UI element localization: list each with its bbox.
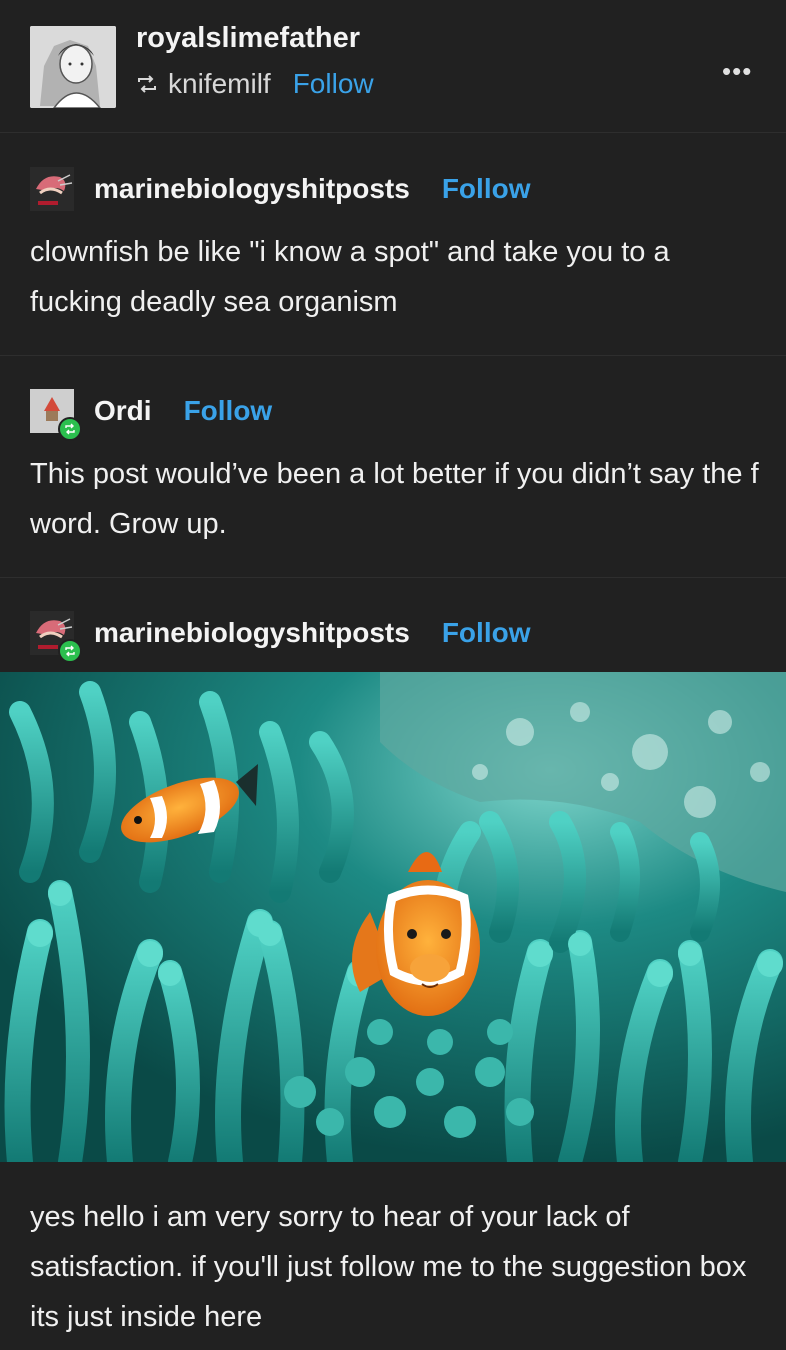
user-avatar[interactable]	[30, 389, 82, 441]
poster-username[interactable]: royalslimefather	[136, 22, 360, 55]
follow-button[interactable]: Follow	[442, 173, 531, 205]
follow-button[interactable]: Follow	[293, 68, 374, 100]
post-reply-header-row: marinebiologyshitposts Follow	[0, 577, 786, 672]
user-avatar[interactable]	[30, 167, 74, 211]
reblog-badge-icon	[58, 417, 82, 441]
post-header: Ordi Follow	[30, 389, 273, 441]
username[interactable]: marinebiologyshitposts	[94, 173, 410, 205]
poster-avatar[interactable]	[30, 26, 116, 108]
reblog-badge-icon	[58, 639, 82, 663]
post-original: marinebiologyshitposts Follow clownfish …	[0, 133, 786, 356]
post-header: marinebiologyshitposts Follow	[30, 167, 530, 211]
follow-button[interactable]: Follow	[442, 617, 531, 649]
follow-button[interactable]: Follow	[184, 395, 273, 427]
reblog-icon	[138, 75, 156, 93]
user-avatar[interactable]	[30, 611, 82, 663]
reblog-source-username[interactable]: knifemilf	[168, 68, 271, 100]
post-text: clownfish be like "i know a spot" and ta…	[30, 236, 670, 318]
reblog-source-row: knifemilf Follow	[136, 68, 374, 100]
username[interactable]: Ordi	[94, 395, 152, 427]
more-options-icon[interactable]: •••	[722, 56, 752, 87]
clownfish-anemone-photo[interactable]	[0, 672, 786, 1162]
reblog-header: royalslimefather knifemilf Follow •••	[0, 0, 786, 133]
post-header: marinebiologyshitposts Follow	[30, 611, 531, 663]
post-text: yes hello i am very sorry to hear of you…	[30, 1201, 747, 1333]
post-reply: Ordi Follow This post would’ve been a lo…	[0, 355, 786, 578]
username[interactable]: marinebiologyshitposts	[94, 617, 410, 649]
post-text: This post would’ve been a lot better if …	[30, 458, 759, 540]
